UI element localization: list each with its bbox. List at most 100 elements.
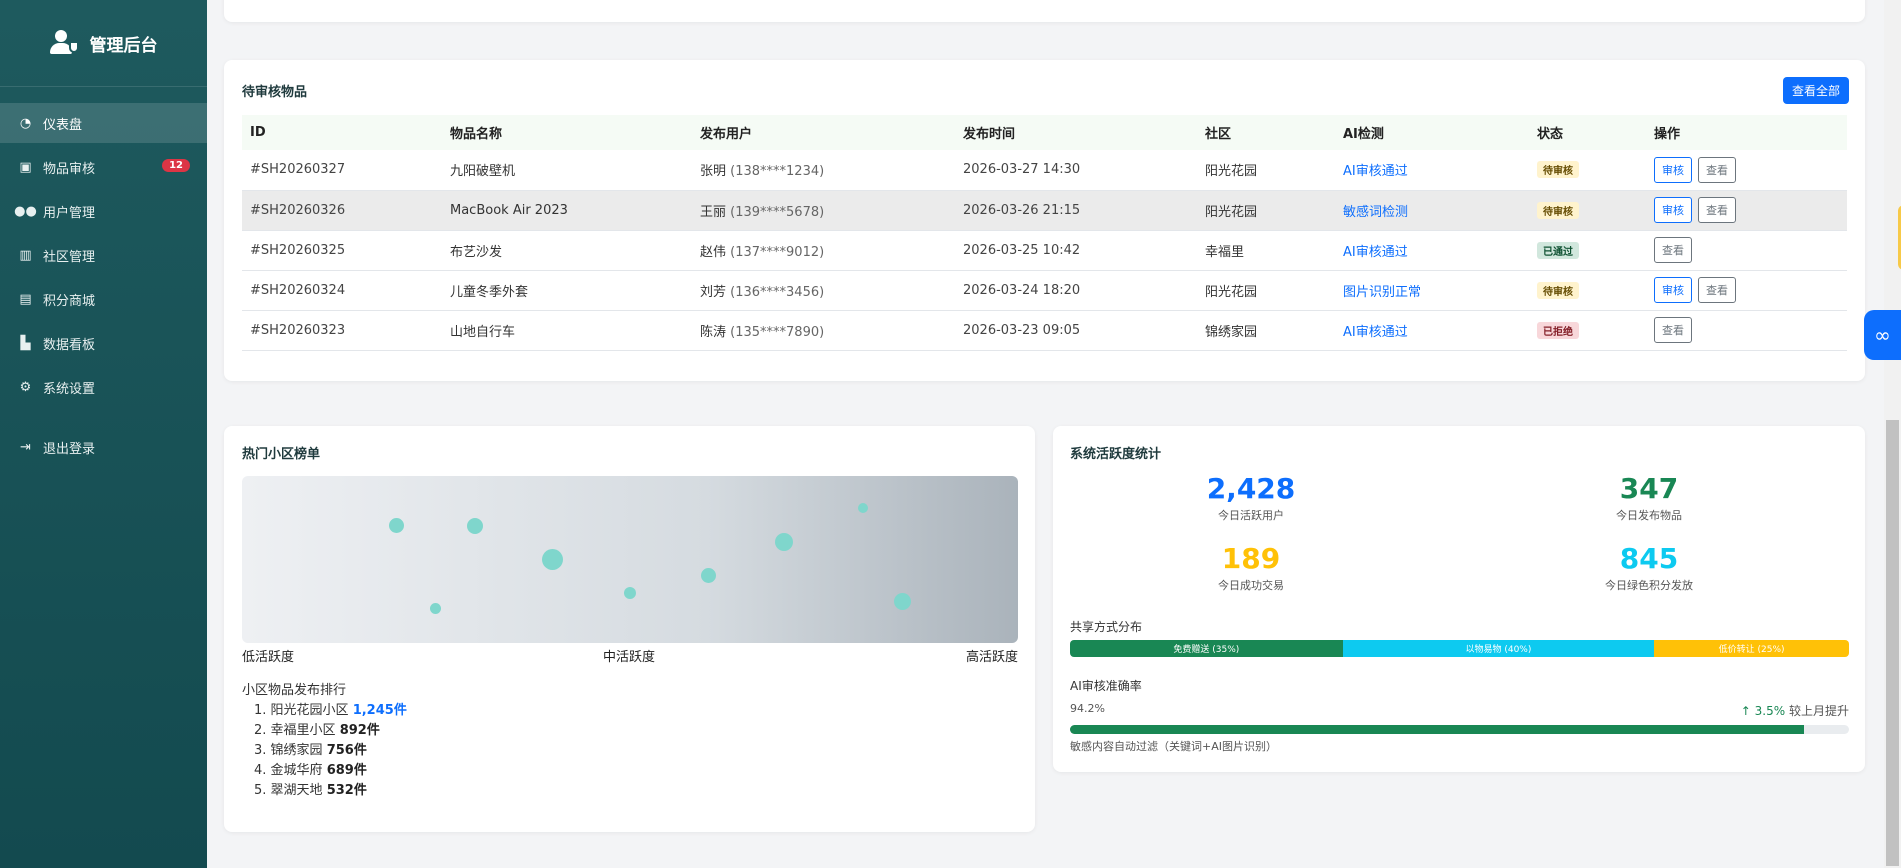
column-header: 物品名称 — [442, 115, 692, 150]
item-name: MacBook Air 2023 — [442, 190, 692, 231]
status-badge: 待审核 — [1537, 161, 1579, 179]
table-row: #SH20260323 山地自行车 陈涛 (135****7890) 2026-… — [242, 310, 1847, 351]
sidebar-item-dashboard[interactable]: ◔ 仪表盘 — [0, 103, 207, 143]
sidebar-item-label: 用户管理 — [43, 205, 96, 221]
list-item: 3. 锦绣家园 756件 — [254, 741, 407, 761]
community-bubble — [701, 568, 716, 583]
brand: 管理后台 — [0, 0, 207, 87]
view-button[interactable]: 查看 — [1654, 237, 1692, 263]
item-name: 山地自行车 — [442, 310, 692, 351]
list-item: 5. 翠湖天地 532件 — [254, 781, 407, 801]
list-item: 1. 阳光花园小区 1,245件 — [254, 701, 407, 721]
logout-icon: ⇥ — [20, 439, 31, 455]
item-user: 刘芳 (136****3456) — [692, 270, 955, 311]
user-shield-icon — [49, 30, 80, 56]
stat-label: 今日绿色积分发放 — [1605, 579, 1693, 592]
item-id: #SH20260324 — [242, 270, 442, 311]
rank-name: 锦绣家园 — [270, 743, 323, 758]
community-bubble — [389, 518, 404, 533]
sidebar-item-points-mall[interactable]: ▤ 积分商城 — [0, 279, 207, 319]
sidebar-item-community[interactable]: ▥ 社区管理 — [0, 235, 207, 275]
table-row: #SH20260325 布艺沙发 赵伟 (137****9012) 2026-0… — [242, 230, 1847, 271]
trend-value: 3.5% — [1754, 704, 1786, 718]
item-id: #SH20260323 — [242, 310, 442, 351]
hot-communities-title: 热门小区榜单 — [242, 447, 321, 462]
sidebar-item-logout[interactable]: ⇥ 退出登录 — [0, 427, 207, 467]
item-community: 阳光花园 — [1197, 150, 1335, 191]
ai-result: 图片识别正常 — [1335, 270, 1529, 311]
gear-icon: ⚙ — [19, 379, 32, 395]
rank-count: 892件 — [339, 723, 380, 738]
ai-assistant-button[interactable]: ∞ — [1864, 310, 1901, 360]
ai-result: 敏感词检测 — [1335, 190, 1529, 231]
rank-number: 2. — [254, 723, 267, 738]
rank-count: 532件 — [326, 783, 367, 798]
rank-name: 翠湖天地 — [270, 783, 323, 798]
page-scrollbar[interactable] — [1884, 0, 1901, 868]
main-content: 待审核物品 查看全部 ID 物品名称 发布用户 发布时间 社区 AI检测 状态 … — [207, 0, 1884, 868]
sidebar-item-label: 退出登录 — [43, 441, 96, 457]
rank-name: 金城华府 — [270, 763, 323, 778]
sidebar-item-review[interactable]: ▣ 物品审核 12 — [0, 147, 207, 187]
stat-items-published: 347 今日发布物品 — [1469, 473, 1829, 523]
item-id: #SH20260325 — [242, 230, 442, 271]
column-header: AI检测 — [1335, 115, 1529, 150]
share-segment-cheap: 低价转让 (25%) — [1654, 640, 1849, 657]
sidebar: 管理后台 ◔ 仪表盘 ▣ 物品审核 12 ●● 用户管理 ▥ 社区管理 ▤ 积分… — [0, 0, 207, 868]
item-community: 幸福里 — [1197, 230, 1335, 271]
rank-count: 689件 — [326, 763, 367, 778]
view-button[interactable]: 查看 — [1654, 317, 1692, 343]
share-segment-free: 免费赠送 (35%) — [1070, 640, 1343, 657]
item-time: 2026-03-26 21:15 — [955, 190, 1197, 231]
column-header: ID — [242, 115, 442, 150]
community-bubble — [430, 603, 441, 614]
table-row: #SH20260324 儿童冬季外套 刘芳 (136****3456) 2026… — [242, 270, 1847, 311]
review-button[interactable]: 审核 — [1654, 156, 1692, 183]
column-header: 社区 — [1197, 115, 1335, 150]
status-cell: 已拒绝 — [1529, 310, 1646, 351]
status-cell: 待审核 — [1529, 270, 1646, 311]
user-phone: (138****1234) — [730, 164, 825, 180]
view-all-button[interactable]: 查看全部 — [1782, 77, 1849, 104]
stat-active-users: 2,428 今日活跃用户 — [1071, 473, 1431, 523]
chart-icon: ▙ — [20, 335, 31, 351]
community-bubble — [542, 549, 563, 570]
community-bubble — [624, 587, 636, 599]
item-time: 2026-03-25 10:42 — [955, 230, 1197, 271]
rank-name: 阳光花园小区 — [270, 703, 349, 718]
sidebar-item-label: 数据看板 — [43, 337, 96, 353]
sidebar-item-settings[interactable]: ⚙ 系统设置 — [0, 367, 207, 407]
user-name: 王丽 — [700, 204, 727, 220]
user-phone: (137****9012) — [730, 244, 825, 260]
item-time: 2026-03-27 14:30 — [955, 150, 1197, 191]
clipboard-check-icon: ▣ — [19, 159, 32, 175]
view-button[interactable]: 查看 — [1698, 156, 1736, 183]
sidebar-item-data-board[interactable]: ▙ 数据看板 — [0, 323, 207, 363]
top-card — [224, 0, 1865, 22]
sidebar-item-label: 系统设置 — [43, 381, 96, 397]
share-distribution-bar: 免费赠送 (35%) 以物易物 (40%) 低价转让 (25%) — [1070, 640, 1849, 657]
column-header: 状态 — [1529, 115, 1646, 150]
community-bubble — [467, 518, 483, 534]
stat-label: 今日成功交易 — [1218, 579, 1284, 592]
view-button[interactable]: 查看 — [1698, 197, 1736, 223]
ai-accuracy-trend: ↑ 3.5% 较上月提升 — [1741, 702, 1849, 719]
user-name: 张明 — [700, 164, 727, 180]
activity-bubble-area — [242, 476, 1018, 643]
status-cell: 待审核 — [1529, 150, 1646, 191]
review-button[interactable]: 审核 — [1654, 277, 1692, 303]
ai-accuracy-note: 敏感内容自动过滤（关键词+AI图片识别） — [1070, 740, 1277, 753]
list-item: 4. 金城华府 689件 — [254, 761, 407, 781]
ai-result: AI审核通过 — [1335, 310, 1529, 351]
scrollbar-thumb[interactable] — [1886, 420, 1899, 866]
item-time: 2026-03-24 18:20 — [955, 270, 1197, 311]
item-user: 陈涛 (135****7890) — [692, 310, 955, 351]
rank-list: 1. 阳光花园小区 1,245件 2. 幸福里小区 892件 3. 锦绣家园 7… — [254, 701, 407, 801]
view-button[interactable]: 查看 — [1698, 277, 1736, 303]
sidebar-item-users[interactable]: ●● 用户管理 — [0, 191, 207, 231]
rank-number: 1. — [254, 703, 267, 718]
dashboard-icon: ◔ — [19, 115, 32, 131]
item-community: 阳光花园 — [1197, 270, 1335, 311]
item-name: 九阳破壁机 — [442, 150, 692, 191]
review-button[interactable]: 审核 — [1654, 197, 1692, 223]
